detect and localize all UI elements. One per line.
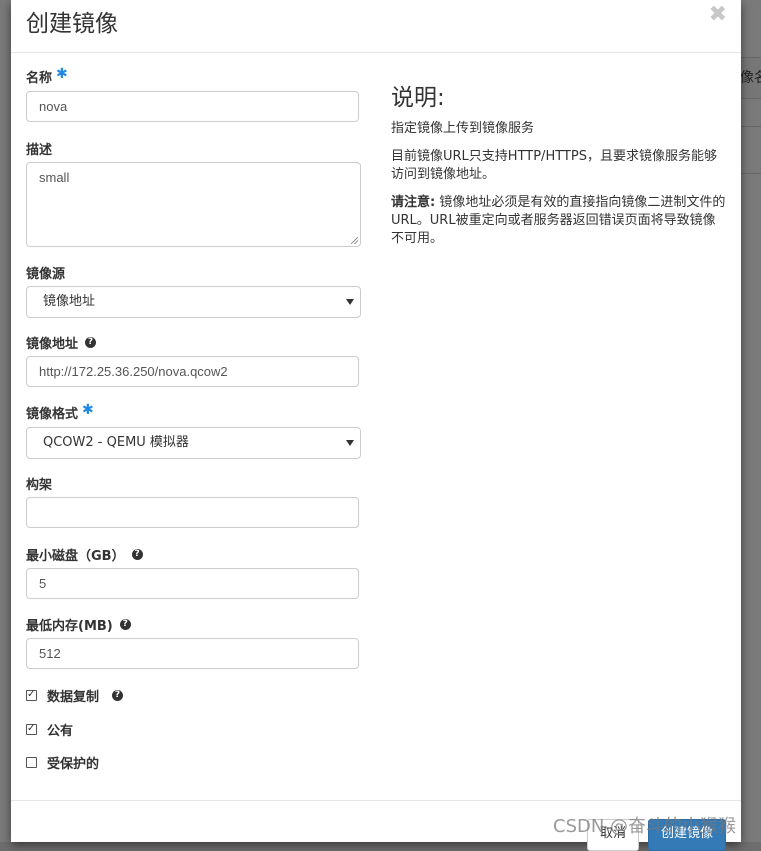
description-heading: 说明:	[391, 85, 445, 111]
description-panel: 说明: 指定镜像上传到镜像服务 目前镜像URL只支持HTTP/HTTPS，且要求…	[391, 84, 726, 258]
public-checkbox[interactable]	[26, 724, 37, 735]
architecture-input[interactable]	[26, 497, 359, 528]
image-format-label-text: 镜像格式	[26, 407, 79, 422]
description-label-text: 描述	[26, 143, 53, 158]
chevron-down-icon	[346, 440, 354, 446]
asterisk-icon: ✱	[82, 401, 94, 418]
question-circle-icon[interactable]: ?	[112, 690, 124, 701]
image-format-label: 镜像格式 ✱	[26, 401, 94, 423]
image-format-select[interactable]: QCOW2 - QEMU 模拟器	[26, 427, 361, 459]
data-replication-row[interactable]: 数据复制 ?	[26, 686, 124, 705]
notice-label: 请注意:	[391, 195, 436, 210]
resize-handle-icon[interactable]	[351, 237, 358, 244]
min-disk-input[interactable]: 5	[26, 568, 359, 599]
description-text-2: 目前镜像URL只支持HTTP/HTTPS，且要求镜像服务能够访问到镜像地址。	[391, 149, 717, 182]
protected-row[interactable]: 受保护的	[26, 753, 99, 772]
background-divider	[740, 173, 761, 174]
architecture-label-text: 构架	[26, 478, 53, 493]
notice-text: 镜像地址必须是有效的直接指向镜像二进制文件的URL。URL被重定向或者服务器返回…	[391, 195, 726, 246]
image-location-label: 镜像地址 ?	[26, 333, 97, 352]
min-ram-label: 最低内存(MB) ?	[26, 615, 131, 634]
image-location-input[interactable]: http://172.25.36.250/nova.qcow2	[26, 356, 359, 387]
close-icon[interactable]: ✖	[709, 2, 727, 27]
image-source-label: 镜像源	[26, 263, 65, 282]
name-input[interactable]: nova	[26, 91, 359, 122]
description-text-3: 请注意: 镜像地址必须是有效的直接指向镜像二进制文件的URL。URL被重定向或者…	[391, 194, 726, 248]
min-ram-input[interactable]: 512	[26, 638, 359, 669]
description-label: 描述	[26, 139, 52, 158]
protected-checkbox[interactable]	[26, 757, 37, 768]
image-source-label-text: 镜像源	[26, 267, 66, 282]
image-source-value: 镜像地址	[43, 294, 96, 309]
watermark: CSDN @奋斗的小猴猴	[553, 816, 737, 837]
public-row[interactable]: 公有	[26, 720, 73, 739]
asterisk-icon: ✱	[56, 65, 68, 82]
background-divider	[740, 126, 761, 127]
name-label-text: 名称	[26, 71, 53, 86]
description-text-1: 指定镜像上传到镜像服务	[391, 121, 535, 136]
data-replication-label: 数据复制	[47, 690, 100, 705]
data-replication-checkbox[interactable]	[26, 690, 37, 701]
description-textarea[interactable]: small	[26, 162, 361, 247]
question-circle-icon[interactable]: ?	[131, 549, 143, 560]
image-location-label-text: 镜像地址	[26, 337, 79, 352]
architecture-label: 构架	[26, 474, 52, 493]
chevron-down-icon	[346, 299, 354, 305]
protected-label: 受保护的	[47, 757, 100, 772]
min-disk-label: 最小磁盘（GB） ?	[26, 545, 143, 564]
modal-title: 创建镜像	[26, 11, 118, 37]
question-circle-icon[interactable]: ?	[119, 619, 131, 630]
min-disk-label-text: 最小磁盘（GB）	[26, 549, 125, 564]
question-circle-icon[interactable]: ?	[85, 337, 97, 348]
modal-header: 创建镜像 ✖	[11, 0, 741, 53]
description-value: small	[39, 170, 70, 185]
min-ram-label-text: 最低内存(MB)	[26, 619, 113, 634]
create-image-modal: 创建镜像 ✖ 名称 ✱ nova 描述 small 镜像源 镜像地址 镜像地址 …	[11, 0, 741, 851]
public-label: 公有	[47, 724, 74, 739]
image-source-select[interactable]: 镜像地址	[26, 286, 361, 318]
name-label: 名称 ✱	[26, 65, 68, 87]
image-format-value: QCOW2 - QEMU 模拟器	[43, 435, 189, 450]
